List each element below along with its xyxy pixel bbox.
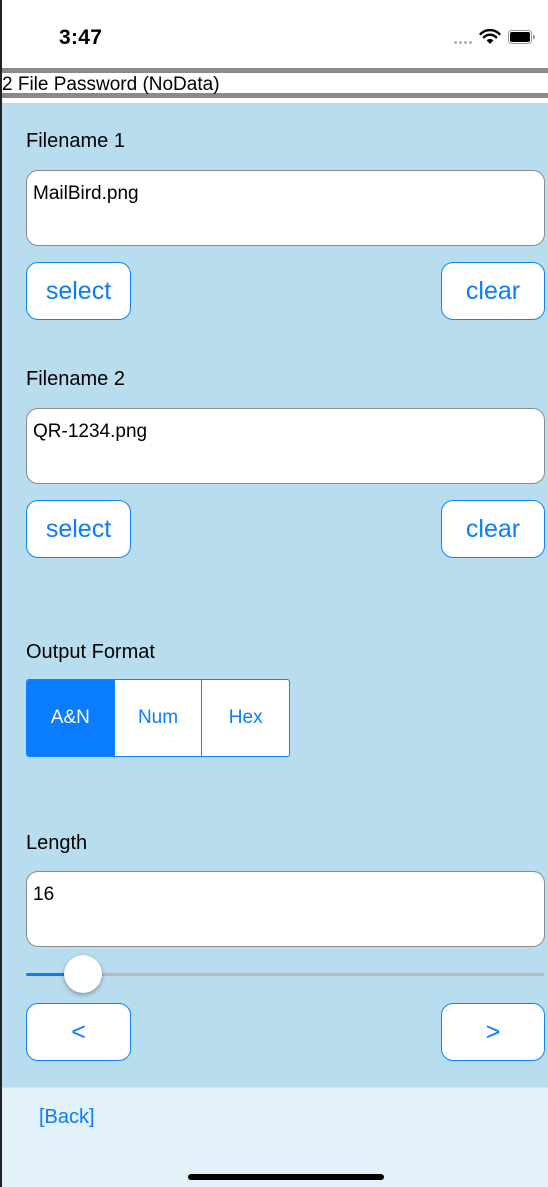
home-indicator (188, 1174, 384, 1180)
length-label: Length (26, 832, 88, 854)
length-slider-thumb[interactable] (64, 955, 103, 993)
filename-2-clear-button[interactable]: clear (441, 500, 545, 558)
filename-2-select-button[interactable]: select (26, 500, 131, 558)
previous-button[interactable]: < (26, 1003, 131, 1061)
format-option-num[interactable]: Num (113, 680, 202, 756)
back-link[interactable]: [Back] (39, 1106, 95, 1129)
footer: [Back] (2, 1087, 548, 1187)
next-button[interactable]: > (441, 1003, 545, 1061)
length-slider-track[interactable] (26, 973, 544, 976)
page-title: 2 File Password (NoData) (2, 74, 220, 95)
status-bar: 3:47 (2, 0, 548, 68)
filename-1-select-button[interactable]: select (26, 262, 131, 320)
filename-1-label: Filename 1 (26, 130, 125, 152)
wifi-icon (479, 29, 501, 44)
title-bar: 2 File Password (NoData) (2, 68, 548, 98)
app-window: 3:47 2 File Password (NoData) Filename 1… (0, 0, 548, 1187)
format-option-hex[interactable]: Hex (201, 680, 289, 756)
length-field[interactable]: 16 (26, 871, 545, 947)
filename-2-label: Filename 2 (26, 368, 125, 390)
filename-1-field[interactable]: MailBird.png (26, 170, 545, 246)
battery-icon (508, 30, 535, 44)
status-icons (454, 27, 536, 47)
filename-1-clear-button[interactable]: clear (441, 262, 545, 320)
format-option-an[interactable]: A&N (27, 680, 114, 756)
filename-2-field[interactable]: QR-1234.png (26, 408, 545, 484)
output-format-label: Output Format (26, 641, 155, 663)
signal-dots-icon (454, 30, 472, 44)
output-format-segmented-control: A&N Num Hex (26, 679, 290, 757)
status-time: 3:47 (59, 26, 103, 49)
main-content: Filename 1 MailBird.png select clear Fil… (2, 103, 548, 1087)
